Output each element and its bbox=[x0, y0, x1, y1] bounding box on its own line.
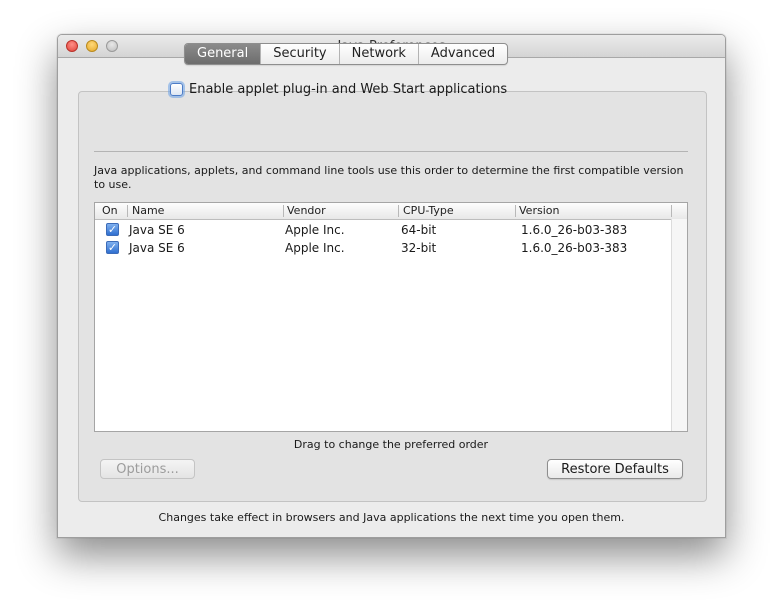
options-button[interactable]: Options... bbox=[100, 459, 195, 479]
cell-name: Java SE 6 bbox=[129, 241, 185, 255]
enabled-checkbox[interactable]: ✓ bbox=[106, 241, 119, 254]
cell-vendor: Apple Inc. bbox=[285, 241, 345, 255]
column-divider[interactable] bbox=[398, 205, 399, 217]
table-scrollbar[interactable] bbox=[671, 219, 687, 431]
restore-defaults-button[interactable]: Restore Defaults bbox=[547, 459, 683, 479]
column-header-cpu-type[interactable]: CPU-Type bbox=[400, 204, 454, 218]
enable-applet-option[interactable]: Enable applet plug-in and Web Start appl… bbox=[170, 82, 507, 97]
table-header: On Name Vendor CPU-Type Version bbox=[95, 203, 687, 220]
column-header-vendor[interactable]: Vendor bbox=[284, 204, 326, 218]
tab-advanced[interactable]: Advanced bbox=[417, 44, 507, 64]
cell-name: Java SE 6 bbox=[129, 223, 185, 237]
cell-cpu-type: 64-bit bbox=[401, 223, 437, 237]
java-versions-table[interactable]: On Name Vendor CPU-Type Version ✓ Java S… bbox=[94, 202, 688, 432]
footer-note: Changes take effect in browsers and Java… bbox=[158, 511, 625, 524]
order-description: Java applications, applets, and command … bbox=[94, 164, 684, 191]
column-divider[interactable] bbox=[671, 205, 672, 217]
column-divider[interactable] bbox=[127, 205, 128, 217]
drag-hint: Drag to change the preferred order bbox=[293, 438, 489, 451]
tab-security[interactable]: Security bbox=[260, 44, 338, 64]
cell-version: 1.6.0_26-b03-383 bbox=[521, 241, 628, 255]
divider bbox=[94, 151, 688, 152]
cell-version: 1.6.0_26-b03-383 bbox=[521, 223, 628, 237]
tab-general[interactable]: General bbox=[185, 44, 261, 64]
enable-applet-checkbox[interactable] bbox=[170, 83, 183, 96]
tab-bar: General Security Network Advanced bbox=[184, 43, 509, 65]
column-header-name[interactable]: Name bbox=[129, 204, 164, 218]
enable-applet-label[interactable]: Enable applet plug-in and Web Start appl… bbox=[189, 82, 507, 97]
tab-network[interactable]: Network bbox=[338, 44, 418, 64]
column-header-on[interactable]: On bbox=[99, 204, 118, 218]
cell-vendor: Apple Inc. bbox=[285, 223, 345, 237]
table-row[interactable]: ✓ Java SE 6 Apple Inc. 32-bit 1.6.0_26-b… bbox=[95, 239, 687, 257]
cell-cpu-type: 32-bit bbox=[401, 241, 437, 255]
column-header-version[interactable]: Version bbox=[516, 204, 559, 218]
enabled-checkbox[interactable]: ✓ bbox=[106, 223, 119, 236]
table-row[interactable]: ✓ Java SE 6 Apple Inc. 64-bit 1.6.0_26-b… bbox=[95, 221, 687, 239]
